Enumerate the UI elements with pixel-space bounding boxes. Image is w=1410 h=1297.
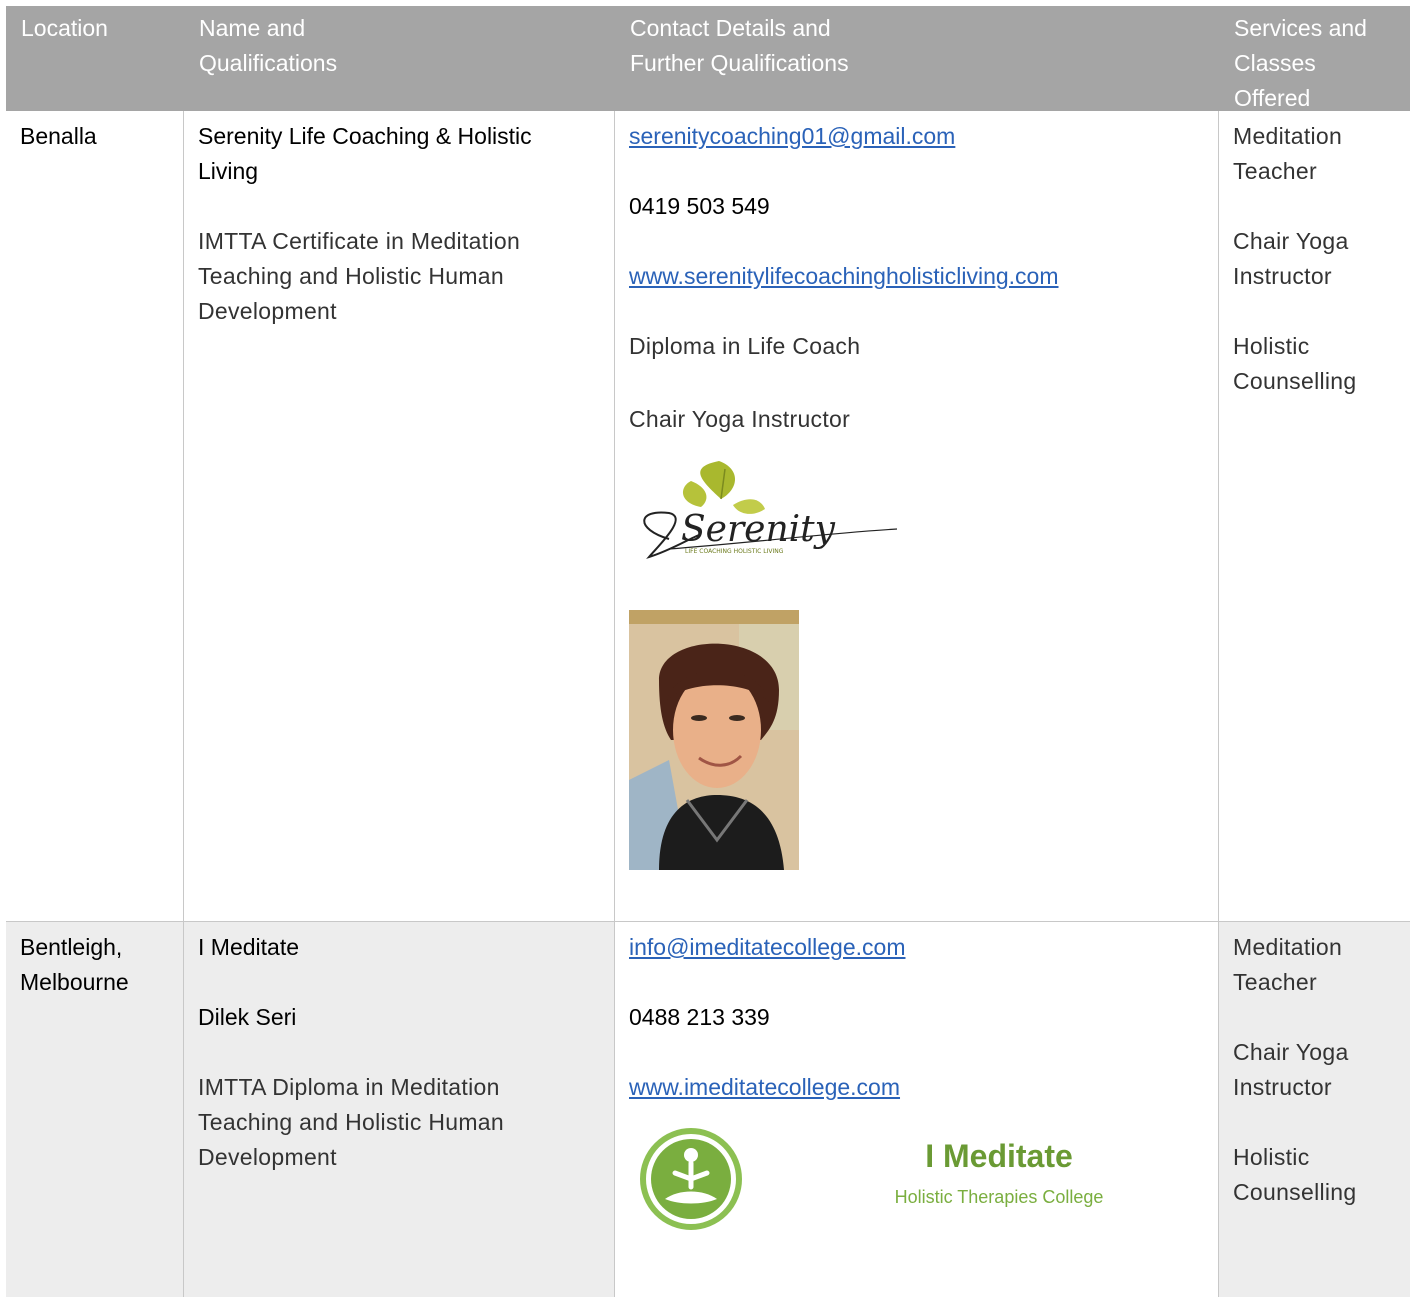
service-item: Chair Yoga [1233,1039,1349,1065]
qualification: IMTTA Diploma in Meditation [198,1074,500,1100]
location-cell: Bentleigh, Melbourne [6,922,184,1297]
svg-text:Holistic Therapies College: Holistic Therapies College [895,1187,1104,1207]
website-link[interactable]: www.serenitylifecoachingholisticliving.c… [629,259,1059,294]
table-header: Location Name and Qualifications Contact… [6,6,1410,111]
contact-cell: info@imeditatecollege.com 0488 213 339 w… [615,922,1219,1297]
service-item: Meditation [1233,934,1343,960]
further-qualification: Chair Yoga Instructor [629,406,851,432]
svg-text:LIFE COACHING HOLISTIC LIVING: LIFE COACHING HOLISTIC LIVING [685,548,784,555]
website-link[interactable]: www.imeditatecollege.com [629,1070,900,1105]
header-services: Services and Classes Offered [1234,15,1367,111]
directory-table: Location Name and Qualifications Contact… [6,6,1410,1297]
person-name: Dilek Seri [198,1004,297,1030]
table-row: Benalla Serenity Life Coaching & Holisti… [6,111,1410,922]
contact-cell: serenitycoaching01@gmail.com 0419 503 54… [615,111,1219,921]
services-cell: Meditation Teacher Chair Yoga Instructor… [1219,922,1410,1297]
header-contact-details: Contact Details and Further Qualificatio… [615,6,1219,110]
services-cell: Meditation Teacher Chair Yoga Instructor… [1219,111,1410,921]
profile-photo [629,610,799,870]
location-cell: Benalla [6,111,184,921]
service-item: Meditation [1233,123,1343,149]
name-cell: Serenity Life Coaching & Holistic Living… [184,111,615,921]
phone-number: 0488 213 339 [629,1004,770,1030]
phone-number: 0419 503 549 [629,193,770,219]
further-qualification: Diploma in Life Coach [629,333,861,359]
svg-text:I Meditate: I Meditate [925,1138,1073,1174]
business-name: Serenity Life Coaching & Holistic [198,123,532,149]
business-name: I Meditate [198,934,299,960]
email-link[interactable]: serenitycoaching01@gmail.com [629,119,955,154]
service-item: Holistic [1233,333,1310,359]
serenity-logo: Serenity LIFE COACHING HOLISTIC LIVING [643,461,898,559]
header-location: Location [6,6,184,110]
qualification: IMTTA Certificate in Meditation [198,228,521,254]
service-item: Chair Yoga [1233,228,1349,254]
i-meditate-logo: I Meditate Holistic Therapies College [629,1115,1180,1240]
name-cell: I Meditate Dilek Seri IMTTA Diploma in M… [184,922,615,1297]
service-item: Holistic [1233,1144,1310,1170]
header-name-qualifications: Name and Qualifications [184,6,615,110]
email-link[interactable]: info@imeditatecollege.com [629,930,905,965]
svg-text:Serenity: Serenity [681,509,836,550]
table-row: Bentleigh, Melbourne I Meditate Dilek Se… [6,922,1410,1297]
